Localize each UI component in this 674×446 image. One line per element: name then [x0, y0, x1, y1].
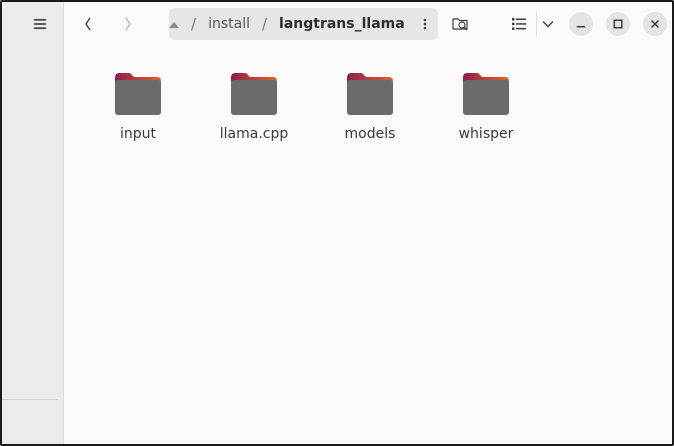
- folder-icon: [463, 73, 509, 115]
- folder-item-input[interactable]: input: [88, 72, 188, 152]
- breadcrumb-separator: /: [191, 15, 197, 33]
- file-name: llama.cpp: [219, 126, 289, 142]
- view-options-button[interactable]: [536, 12, 558, 36]
- vertical-dots-icon[interactable]: [423, 18, 427, 30]
- file-name: input: [119, 126, 156, 142]
- breadcrumb-item-current[interactable]: langtrans_llama: [279, 16, 405, 32]
- search-button[interactable]: [449, 12, 473, 36]
- maximize-button[interactable]: [606, 12, 630, 36]
- minimize-button[interactable]: [569, 12, 593, 36]
- main-content: [65, 2, 672, 444]
- folder-item-llama-cpp[interactable]: llama.cpp: [204, 72, 304, 152]
- breadcrumb-separator: /: [261, 15, 268, 33]
- folder-icon: [347, 73, 393, 115]
- list-view-icon: [512, 18, 526, 30]
- chevron-left-icon: [85, 17, 91, 31]
- forward-button[interactable]: [116, 12, 140, 36]
- home-icon[interactable]: [169, 15, 179, 34]
- file-name: whisper: [458, 126, 514, 142]
- sidebar: [2, 2, 64, 444]
- minimize-icon: [577, 26, 585, 28]
- breadcrumb-item-install[interactable]: install: [208, 16, 250, 32]
- close-icon: [651, 20, 659, 28]
- file-manager-window: / install / langtrans_llama input llama.…: [0, 0, 674, 446]
- folder-icon: [115, 73, 161, 115]
- breadcrumb: / install / langtrans_llama: [169, 8, 438, 40]
- view-toggle-button[interactable]: [507, 12, 531, 36]
- chevron-right-icon: [125, 17, 131, 31]
- file-name: models: [344, 126, 396, 142]
- folder-item-models[interactable]: models: [320, 72, 420, 152]
- back-button[interactable]: [76, 12, 100, 36]
- search-folder-icon: [452, 18, 468, 31]
- hamburger-icon[interactable]: [29, 14, 51, 34]
- close-button[interactable]: [643, 12, 667, 36]
- folder-icon: [231, 73, 277, 115]
- chevron-down-icon: [542, 21, 553, 28]
- folder-item-whisper[interactable]: whisper: [436, 72, 536, 152]
- maximize-icon: [613, 19, 623, 29]
- sidebar-divider: [2, 399, 58, 400]
